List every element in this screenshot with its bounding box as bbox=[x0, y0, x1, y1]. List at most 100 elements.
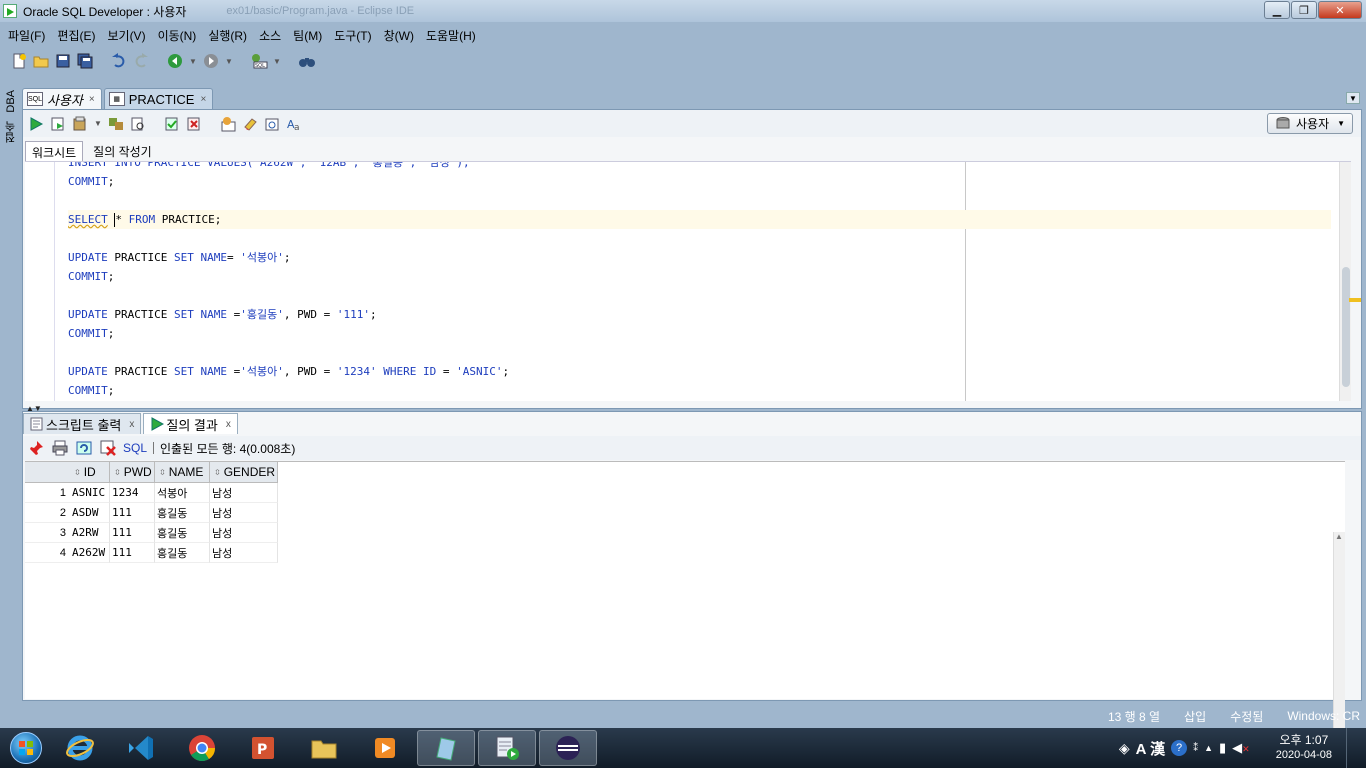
sql-history-clock-icon[interactable] bbox=[263, 115, 281, 133]
menu-tools[interactable]: 도구(T) bbox=[330, 27, 379, 44]
table-cell[interactable]: 홍길동 bbox=[155, 523, 210, 543]
refresh-icon[interactable] bbox=[75, 439, 93, 457]
run-statement-icon[interactable] bbox=[27, 115, 45, 133]
taskbar-chrome[interactable] bbox=[173, 730, 231, 766]
table-cell[interactable]: ASDW bbox=[70, 503, 110, 523]
pin-icon[interactable] bbox=[27, 439, 45, 457]
table-cell[interactable]: 석봉아 bbox=[155, 483, 210, 503]
menu-source[interactable]: 소스 bbox=[255, 27, 289, 44]
connection-select[interactable]: 사용자 ▼ bbox=[1267, 113, 1353, 134]
sql-tuning-icon[interactable] bbox=[129, 115, 147, 133]
column-header-pwd[interactable]: ⇳ PWD bbox=[110, 462, 155, 482]
taskbar-powerpoint[interactable]: P bbox=[234, 730, 292, 766]
table-row[interactable]: 1 ASNIC 1234 석봉아 남성 bbox=[25, 483, 278, 503]
ime-indicator[interactable]: A 漢 bbox=[1136, 738, 1165, 759]
sql-link[interactable]: SQL bbox=[123, 441, 147, 455]
sql-connection-dropdown-icon[interactable]: ▼ bbox=[272, 57, 282, 66]
print-icon[interactable] bbox=[51, 439, 69, 457]
help-tray-icon[interactable]: ? bbox=[1171, 740, 1188, 756]
table-row[interactable]: 4 A262W 111 홍길동 남성 bbox=[25, 543, 278, 563]
table-cell[interactable]: A2RW bbox=[70, 523, 110, 543]
table-cell[interactable]: 홍길동 bbox=[155, 543, 210, 563]
close-tab-icon[interactable]: × bbox=[200, 94, 206, 105]
panel-minimize-button[interactable]: ▼ bbox=[1346, 92, 1360, 104]
run-script-icon[interactable] bbox=[49, 115, 67, 133]
tab-query-builder[interactable]: 질의 작성기 bbox=[87, 141, 158, 161]
column-header-gender[interactable]: ⇳ GENDER bbox=[210, 462, 278, 482]
table-cell[interactable]: 111 bbox=[110, 523, 155, 543]
taskbar-sql-developer[interactable] bbox=[478, 730, 536, 766]
scrollbar-thumb[interactable] bbox=[1342, 267, 1350, 387]
table-cell[interactable]: ASNIC bbox=[70, 483, 110, 503]
autotrace-icon[interactable] bbox=[71, 115, 89, 133]
menu-navigate[interactable]: 이동(N) bbox=[154, 27, 205, 44]
taskbar-file-explorer[interactable] bbox=[295, 730, 353, 766]
new-file-icon[interactable] bbox=[10, 52, 28, 70]
table-cell[interactable]: 남성 bbox=[210, 483, 278, 503]
editor-overview-marker[interactable] bbox=[1349, 298, 1361, 302]
sql-code-editor[interactable]: INSERT INTO PRACTICE VALUES('A262W', '12… bbox=[25, 161, 1351, 401]
show-desktop-button[interactable] bbox=[1346, 728, 1358, 768]
back-icon[interactable] bbox=[166, 52, 184, 70]
menu-view[interactable]: 보기(V) bbox=[103, 27, 153, 44]
clear-eraser-icon[interactable] bbox=[241, 115, 259, 133]
close-tab-icon[interactable]: x bbox=[226, 419, 231, 430]
back-dropdown-icon[interactable]: ▼ bbox=[188, 57, 198, 66]
open-folder-icon[interactable] bbox=[32, 52, 50, 70]
redo-icon[interactable] bbox=[132, 52, 150, 70]
close-tab-icon[interactable]: x bbox=[129, 419, 134, 430]
taskbar-notepad[interactable] bbox=[417, 730, 475, 766]
menu-run[interactable]: 실행(R) bbox=[204, 27, 255, 44]
column-header-id[interactable]: ⇳ ID bbox=[70, 462, 110, 482]
tab-worksheet[interactable]: 워크시트 bbox=[25, 141, 84, 161]
menu-team[interactable]: 팀(M) bbox=[289, 27, 330, 44]
autotrace-dropdown-icon[interactable]: ▼ bbox=[93, 119, 103, 128]
editor-vertical-scrollbar[interactable] bbox=[1339, 162, 1351, 401]
network-tray-icon[interactable]: ◈ bbox=[1119, 740, 1130, 757]
volume-muted-icon[interactable]: ◀✕ bbox=[1232, 740, 1250, 756]
dba-side-tab[interactable]: DBA bbox=[2, 86, 20, 117]
close-button[interactable]: ✕ bbox=[1318, 1, 1362, 19]
taskbar-vscode[interactable] bbox=[112, 730, 170, 766]
start-button[interactable] bbox=[4, 728, 48, 768]
menu-window[interactable]: 창(W) bbox=[380, 27, 422, 44]
ime-options-icon[interactable]: ⁑ bbox=[1193, 743, 1198, 754]
connections-side-tab[interactable]: 접속 bbox=[2, 117, 20, 147]
menu-file[interactable]: 파일(F) bbox=[4, 27, 53, 44]
table-cell[interactable]: 홍길동 bbox=[155, 503, 210, 523]
table-cell[interactable]: 남성 bbox=[210, 543, 278, 563]
rollback-icon[interactable] bbox=[185, 115, 203, 133]
results-grid[interactable]: ⇳ ID ⇳ PWD ⇳ NAME ⇳ GENDER 1 ASNIC 1234 석봉아 남성 2 A… bbox=[25, 461, 1345, 750]
save-all-icon[interactable] bbox=[76, 52, 94, 70]
save-icon[interactable] bbox=[54, 52, 72, 70]
tab-script-output[interactable]: 스크립트 출력 x bbox=[23, 413, 142, 434]
explain-plan-icon[interactable] bbox=[107, 115, 125, 133]
table-cell[interactable]: 남성 bbox=[210, 503, 278, 523]
maximize-button[interactable]: ❐ bbox=[1291, 1, 1317, 19]
minimize-button[interactable]: ▁ bbox=[1264, 1, 1290, 19]
commit-icon[interactable] bbox=[163, 115, 181, 133]
forward-dropdown-icon[interactable]: ▼ bbox=[224, 57, 234, 66]
table-cell[interactable]: 111 bbox=[110, 543, 155, 563]
table-cell[interactable]: 111 bbox=[110, 503, 155, 523]
format-case-icon[interactable]: Aa bbox=[285, 115, 303, 133]
menu-edit[interactable]: 편집(E) bbox=[53, 27, 103, 44]
cancel-query-icon[interactable] bbox=[99, 439, 117, 457]
taskbar-eclipse[interactable] bbox=[539, 730, 597, 766]
taskbar-media-player[interactable] bbox=[356, 730, 414, 766]
power-tray-icon[interactable]: ▮ bbox=[1219, 740, 1226, 756]
show-hidden-icons-icon[interactable]: ▲ bbox=[1204, 743, 1213, 753]
forward-icon[interactable] bbox=[202, 52, 220, 70]
taskbar-internet-explorer[interactable] bbox=[51, 730, 109, 766]
table-cell[interactable]: 남성 bbox=[210, 523, 278, 543]
close-tab-icon[interactable]: × bbox=[89, 94, 95, 105]
system-clock[interactable]: 오후 1:07 2020-04-08 bbox=[1276, 733, 1332, 763]
sql-history-icon[interactable] bbox=[219, 115, 237, 133]
table-row[interactable]: 2 ASDW 111 홍길동 남성 bbox=[25, 503, 278, 523]
column-header-name[interactable]: ⇳ NAME bbox=[155, 462, 210, 482]
undo-icon[interactable] bbox=[110, 52, 128, 70]
tab-query-result[interactable]: 질의 결과 x bbox=[143, 413, 238, 434]
menu-help[interactable]: 도움말(H) bbox=[422, 27, 484, 44]
table-cell[interactable]: 1234 bbox=[110, 483, 155, 503]
binoculars-icon[interactable] bbox=[298, 52, 316, 70]
